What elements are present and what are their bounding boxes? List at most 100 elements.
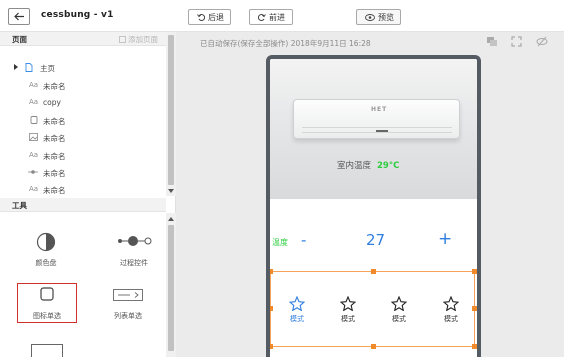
undo-label: 后退 [208,12,224,22]
layer-item[interactable]: Aa 未命名 [0,182,166,198]
autosave-status: 已自动保存(保存全部操作) 2018年9月11日 16:28 [200,39,371,48]
layer-item[interactable]: 未命名 [0,165,166,181]
indoor-temp: 室内温度 29°C [337,159,399,171]
decrease-button[interactable]: - [301,231,306,249]
tools-header: 工具 [0,198,166,212]
layer-item[interactable]: Aa 未命名 [0,78,166,94]
page-label: 主页 [40,64,55,73]
list-radio-icon [113,289,143,301]
pages-header: 页面 添加页面 [0,32,166,46]
resize-handle[interactable] [270,269,273,274]
pages-title: 页面 [12,35,27,44]
layer-item[interactable]: 未命名 [0,130,166,146]
star-icon [443,296,459,311]
text-icon: Aa [29,151,39,159]
resize-handle[interactable] [472,344,477,349]
layer-label: 未命名 [43,186,66,195]
tools-scrollbar[interactable] [166,213,176,357]
mode-label: 模式 [290,315,304,323]
image-icon [29,133,38,142]
button-icon [29,116,38,125]
layer-item[interactable]: 未命名 [0,113,166,129]
arrow-left-icon [14,12,24,21]
layers-icon[interactable] [486,36,500,48]
temperature-value: 27 [366,231,386,249]
layer-label: 未命名 [43,134,66,143]
ac-brand: HET [371,106,388,113]
hide-icon[interactable] [536,36,550,48]
expand-arrow-icon[interactable] [14,64,18,70]
temp-label: 室内温度 [337,161,372,171]
layer-label: 未命名 [43,117,66,126]
tool-label: 列表单选 [114,312,142,320]
redo-button[interactable]: 前进 [249,9,293,25]
tool-color-wheel[interactable]: 颜色盘 [16,232,76,267]
preview-button[interactable]: 预览 [356,9,401,25]
resize-handle[interactable] [270,306,273,311]
fullscreen-icon[interactable] [511,36,525,48]
redo-label: 前进 [269,12,285,22]
layer-label: copy [43,98,61,107]
star-icon [289,296,305,311]
add-page-icon [119,36,126,43]
undo-icon [197,14,205,21]
project-title: cessbung - v1 [41,10,114,20]
eye-icon [365,13,375,21]
process-control-icon [118,236,152,246]
page-item-home[interactable]: 主页 [0,60,166,76]
increase-button[interactable]: + [438,230,452,248]
control-label: 温度 [272,238,288,247]
resize-handle[interactable] [371,344,376,349]
slider-icon [28,168,38,177]
phone-preview: HET 室内温度 29°C 温度 - 27 + 模式 模式 模式 模式 [266,55,481,357]
tool-label: 过程控件 [120,259,148,267]
mode-option[interactable]: 模式 [328,296,368,324]
add-page-button[interactable]: 添加页面 [119,34,158,45]
mode-option[interactable]: 模式 [431,296,471,324]
pages-scrollbar[interactable] [166,32,176,196]
mode-label: 模式 [392,315,406,323]
layer-item[interactable]: Aa copy [0,95,166,111]
icon-radio-icon [40,287,54,301]
scrollbar-thumb[interactable] [168,35,174,185]
layer-label: 未命名 [43,152,66,161]
mode-option[interactable]: 模式 [277,296,317,324]
tool-label: 颜色盘 [35,259,57,267]
resize-handle[interactable] [371,269,376,274]
view-controls [486,36,550,48]
tool-list-radio[interactable]: 列表单选 [98,289,158,320]
scroll-up-icon[interactable] [168,217,174,221]
top-toolbar: cessbung - v1 后退 前进 预览 [0,0,564,32]
color-wheel-icon [36,232,56,252]
resize-handle[interactable] [472,306,477,311]
page-icon [24,63,33,72]
back-button[interactable] [8,8,30,25]
scrollbar-thumb[interactable] [168,225,174,351]
mode-label: 模式 [444,315,458,323]
add-page-label: 添加页面 [128,35,158,44]
preview-label: 预览 [378,12,394,22]
mode-label: 模式 [341,315,355,323]
tools-title: 工具 [12,201,27,210]
air-conditioner-image: HET [293,99,460,139]
tool-process-control[interactable]: 过程控件 [104,232,164,267]
redo-icon [258,14,266,21]
layer-label: 未命名 [43,169,66,178]
resize-handle[interactable] [472,269,477,274]
ac-led [376,130,388,132]
hero-banner: HET 室内温度 29°C [270,59,477,199]
tool-label: 图标单选 [33,312,61,320]
layer-label: 未命名 [43,82,66,91]
tool-icon-radio[interactable]: 图标单选 [17,287,77,320]
text-icon: Aa [29,185,39,193]
tool-partial[interactable] [31,344,63,357]
temp-value: 29°C [377,161,400,171]
mode-option[interactable]: 模式 [379,296,419,324]
layer-item[interactable]: Aa 未命名 [0,148,166,164]
undo-button[interactable]: 后退 [188,9,231,25]
scroll-down-icon[interactable] [168,189,174,193]
resize-handle[interactable] [270,344,273,349]
mode-selector[interactable]: 模式 模式 模式 模式 [270,269,477,349]
star-icon [340,296,356,311]
temperature-control: 温度 - 27 + [270,230,477,254]
